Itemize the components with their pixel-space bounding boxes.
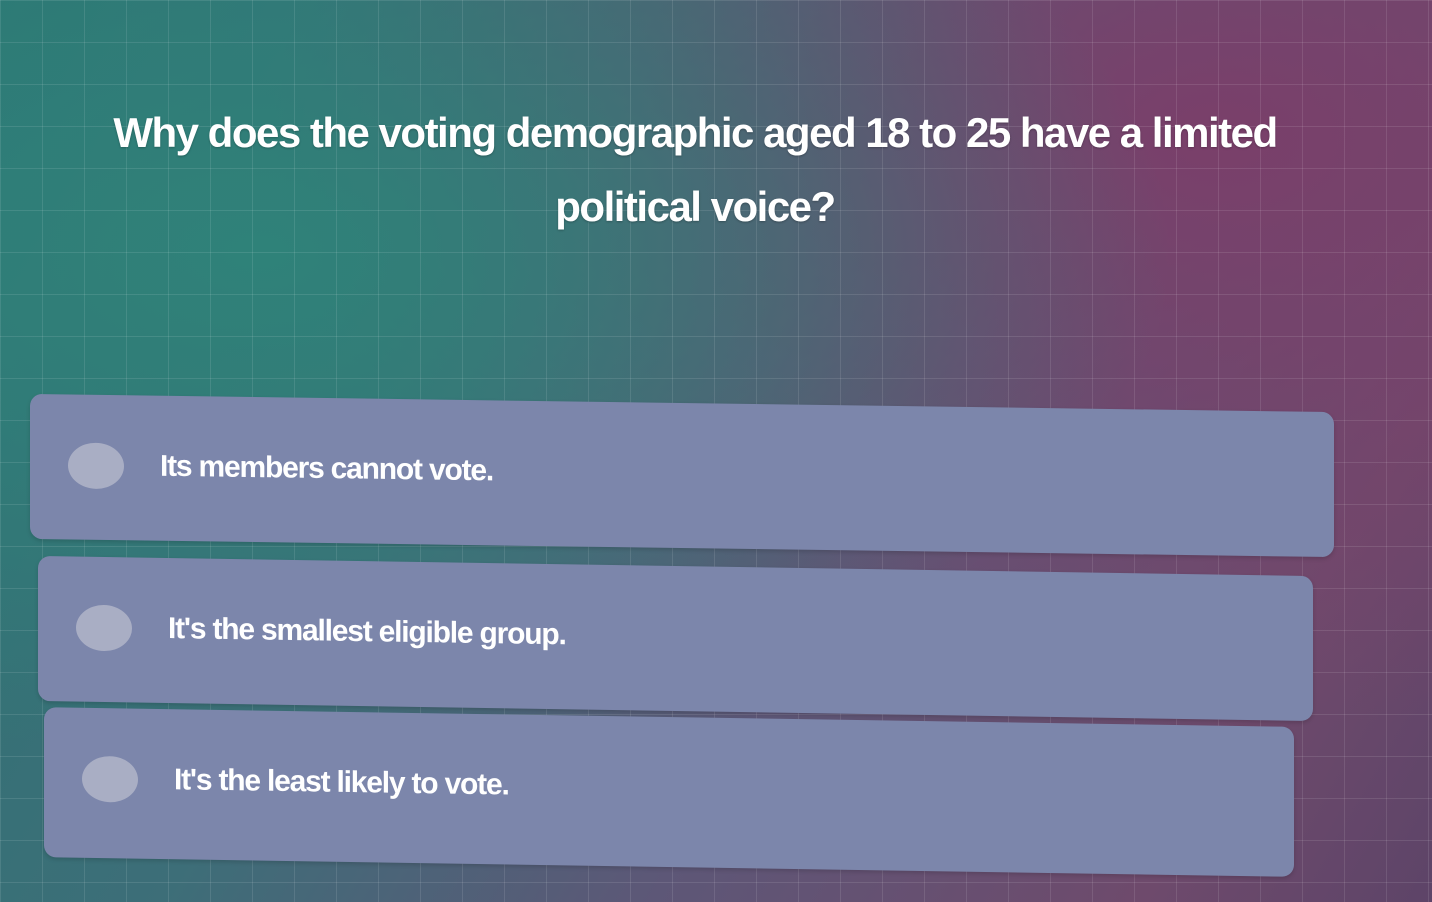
answer-option-2[interactable]: It's the smallest eligible group. [38,555,1313,722]
radio-button-icon[interactable] [76,604,132,652]
answer-option-label: Its members cannot vote. [160,449,493,488]
radio-button-icon[interactable] [82,755,138,803]
answer-option-label: It's the smallest eligible group. [168,612,566,652]
radio-button-icon[interactable] [68,442,124,490]
answer-option-1[interactable]: Its members cannot vote. [30,393,1334,558]
answer-option-label: It's the least likely to vote. [174,763,509,802]
answer-options: Its members cannot vote. It's the smalle… [0,0,1432,902]
answer-option-3[interactable]: It's the least likely to vote. [44,707,1294,877]
